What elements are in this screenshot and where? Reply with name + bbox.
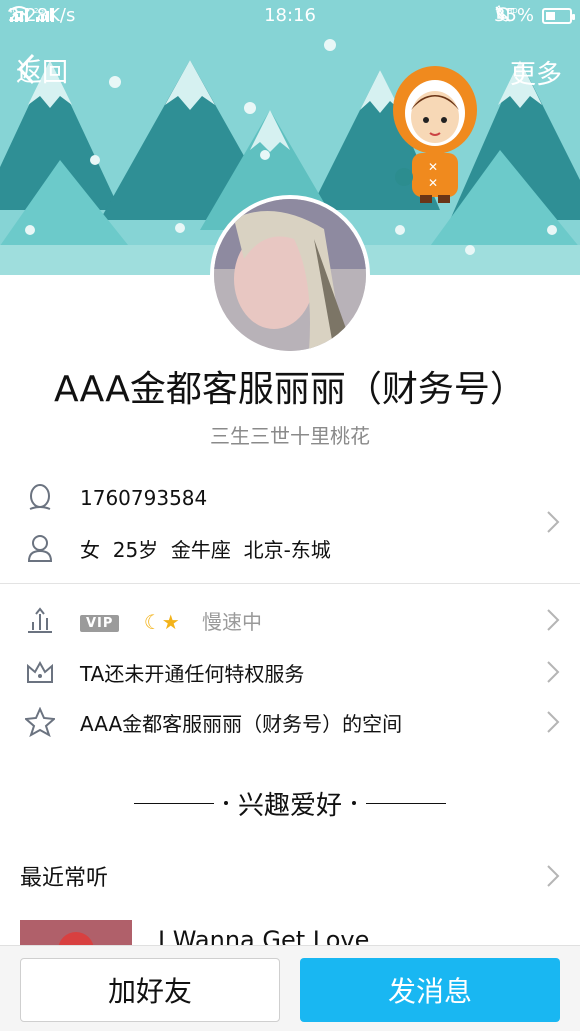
top-navigation: 返回 更多 [0,48,580,96]
recent-listen-label[interactable]: 最近常听 [20,860,108,892]
chevron-right-icon [547,661,560,683]
send-message-button[interactable]: 发消息 [300,958,560,1022]
level-up-icon [24,604,56,636]
qq-number-row: 1760793584 [0,480,580,516]
star-icon: ★ [161,609,180,634]
penguin-icon [24,482,56,514]
level-status: 慢速中 [202,609,263,634]
status-right: HD 35% [494,5,575,26]
hobbies-title: 兴趣爱好 [237,790,342,821]
star-outline-icon [24,706,56,738]
person-icon [24,532,56,564]
chevron-right-icon[interactable] [546,510,560,534]
chevron-right-icon[interactable] [546,864,560,888]
moon-icon: ☾ [143,609,162,634]
profile-signature: 三生三世十里桃花 [210,424,370,448]
section-divider [0,583,580,584]
level-info: VIP ☾★ 慢速中 [80,606,262,635]
hobbies-line-left [133,802,214,804]
qzone-text: AAA金都客服丽丽（财务号）的空间 [80,711,403,736]
chevron-left-icon [17,53,35,85]
avatar[interactable] [210,195,370,355]
personal-details-row[interactable]: 女 25岁 金牛座 北京-东城 [0,530,580,566]
qzone-row[interactable]: AAA金都客服丽丽（财务号）的空间 [0,704,580,740]
level-row[interactable]: VIP ☾★ 慢速中 [0,602,580,638]
svg-text:✕: ✕ [428,160,438,174]
hobbies-header: 兴趣爱好 [0,785,580,821]
hd-call-icon: HD [496,5,518,22]
svg-text:HD: HD [507,7,518,15]
battery-icon [542,7,575,24]
privilege-service-row[interactable]: TA还未开通任何特权服务 [0,654,580,690]
chevron-right-icon [547,609,560,631]
battery-level [546,11,556,20]
personal-details: 女 25岁 金牛座 北京-东城 [80,537,331,562]
qq-number: 1760793584 [80,486,208,510]
more-button[interactable]: 更多 [510,54,562,91]
bottom-action-bar: 加好友 发消息 [0,945,580,1031]
chevron-right-icon [547,711,560,733]
back-button[interactable]: 返回 [16,52,68,89]
avatar-photo [214,199,366,351]
vip-badge: VIP [80,614,120,632]
crown-icon [24,656,56,688]
hobbies-dot-left [223,801,228,805]
privilege-service-text: TA还未开通任何特权服务 [80,661,305,686]
profile-name: AAA金都客服丽丽（财务号） [54,369,526,410]
add-friend-button[interactable]: 加好友 [20,958,280,1022]
hobbies-dot-right [352,801,356,805]
svg-text:✕: ✕ [428,176,438,190]
status-bar: 4G 2G 2.28K/s 18:16 HD [0,0,580,32]
hobbies-line-right [366,802,446,804]
